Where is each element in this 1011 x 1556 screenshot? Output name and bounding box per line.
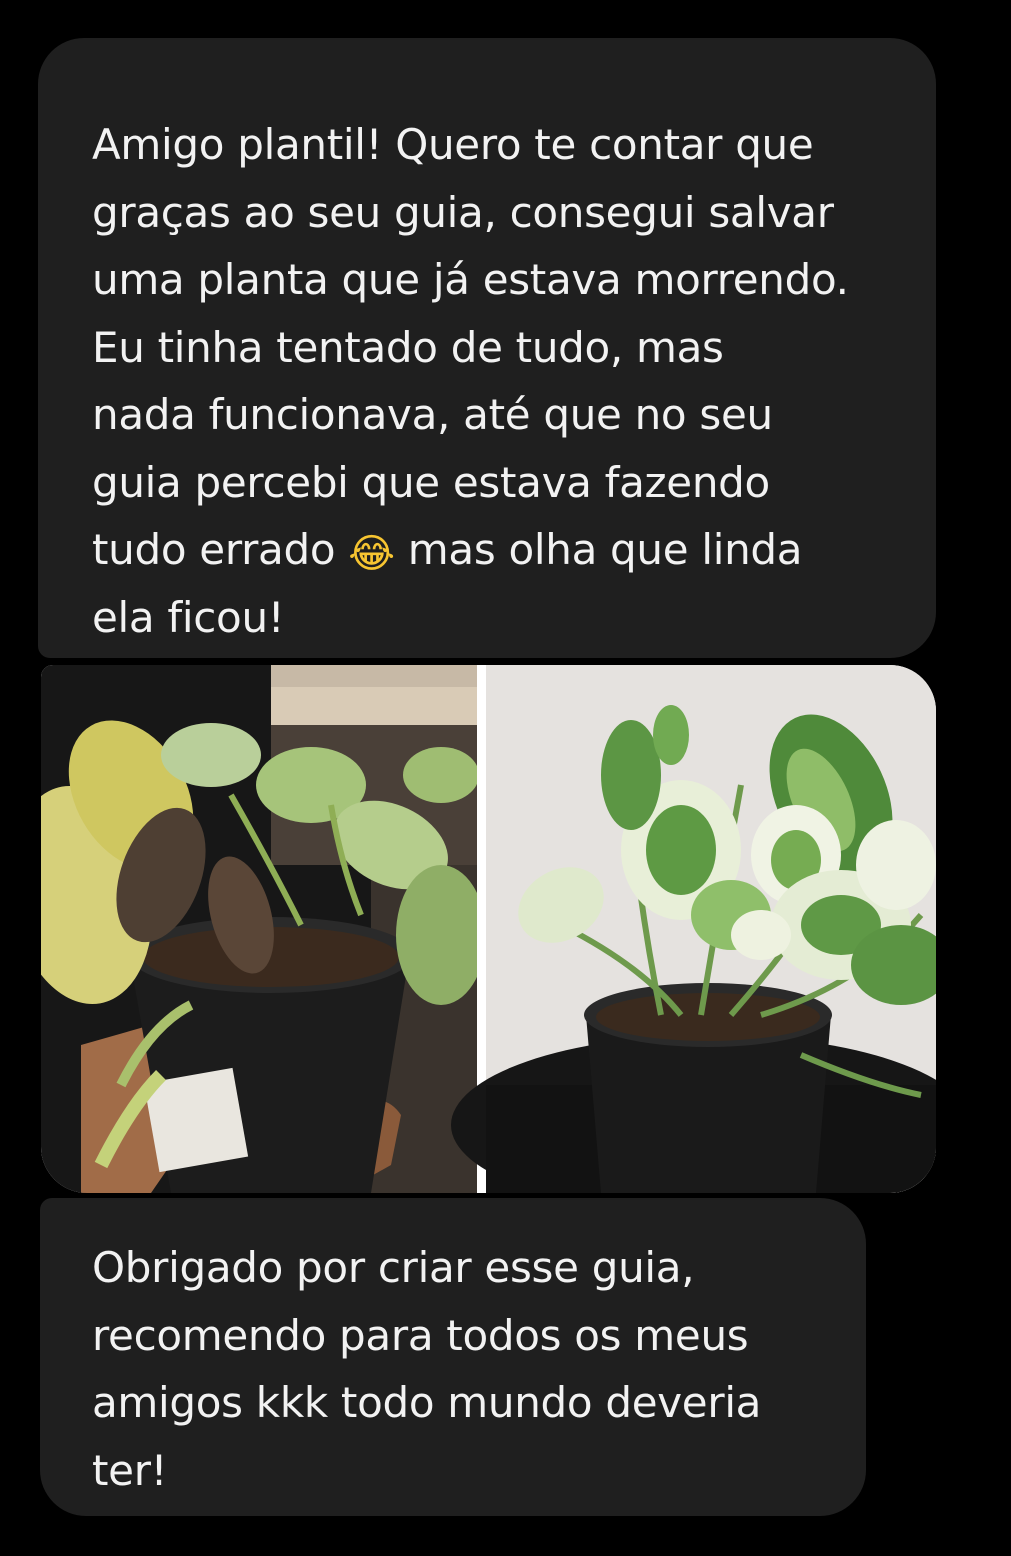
message-text-part: Amigo plantil! Quero te contar que graça… — [92, 120, 849, 574]
message-text: Amigo plantil! Quero te contar que graça… — [92, 111, 906, 651]
laughing-tears-emoji-icon: 😂 — [348, 531, 395, 577]
message-bubble[interactable]: Amigo plantil! Quero te contar que graça… — [38, 38, 936, 658]
photo-message[interactable] — [41, 665, 936, 1193]
after-plant-photo[interactable] — [451, 665, 936, 1193]
before-plant-photo[interactable] — [41, 665, 486, 1193]
message-bubble[interactable]: Obrigado por criar esse guia, recomendo … — [40, 1198, 866, 1516]
message-text: Obrigado por criar esse guia, recomendo … — [92, 1243, 762, 1495]
